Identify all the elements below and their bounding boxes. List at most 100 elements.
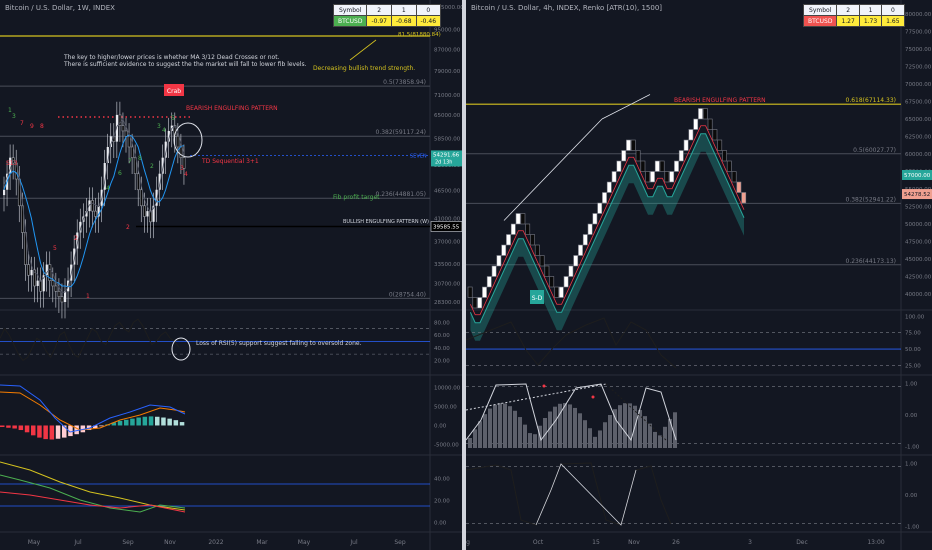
osc2-histogram-bar: [483, 414, 487, 448]
macd-histogram-bar: [37, 425, 42, 438]
macd-histogram-bar: [99, 425, 104, 427]
renko-brick: [683, 139, 689, 151]
osc2-histogram-bar: [523, 424, 527, 448]
osc2-histogram-bar: [578, 413, 582, 448]
candle-body: [91, 200, 94, 212]
osc2-tick-label: 1.00: [905, 382, 918, 388]
y-tick-label: 79000.00: [434, 69, 461, 75]
td-count-label: 1: [86, 293, 90, 300]
price-tag: SEVEN: [410, 153, 427, 159]
x-tick-label: g: [466, 539, 470, 546]
rsi-tick-label: 80.00: [434, 320, 450, 326]
osc2-histogram-bar: [623, 403, 627, 448]
fib-level-label: 0.5(73858.94): [383, 79, 426, 86]
renko-brick: [606, 181, 612, 193]
osc2-tick-label: -1.00: [905, 444, 920, 450]
y-tick-label: 65000.00: [434, 113, 461, 119]
macd-tick-label: 10000.00: [434, 386, 461, 392]
rsi-note-label: Loss of RSI(5) support suggest falling t…: [196, 340, 362, 347]
renko-brick: [688, 129, 694, 141]
osc2-histogram-bar: [478, 421, 482, 448]
td-count-label: 9: [30, 123, 34, 130]
td-count-label: 6: [118, 170, 122, 177]
x-tick-label: 3: [748, 539, 752, 546]
y-tick-label: 42500.00: [905, 275, 932, 281]
osc1-line: [466, 317, 677, 369]
x-tick-label: 2022: [208, 539, 223, 546]
osc2-histogram-bar: [653, 431, 657, 448]
renko-brick: [659, 160, 665, 172]
y-tick-label: 50000.00: [905, 222, 932, 228]
candle-body: [36, 280, 39, 286]
osc2-histogram-bar: [603, 422, 607, 448]
osc2-dotted-trend: [466, 383, 607, 411]
y-tick-label: 75000.00: [905, 47, 932, 53]
left-chart-pane[interactable]: 105000.00 95000.00 87000.00 79000.00 71000.0…: [0, 0, 462, 550]
table-cell: 1.27: [836, 15, 860, 27]
candle-body: [54, 285, 58, 292]
candle-body: [60, 296, 64, 303]
table-header: Symbol: [332, 4, 368, 16]
y-tick-label: 30700.00: [434, 282, 461, 288]
fib-level-label: 0.618(67114.33): [846, 97, 897, 104]
last-price-label: 57000.00: [904, 173, 931, 179]
macd-histogram-bar: [117, 420, 123, 426]
renko-brick: [698, 108, 703, 120]
osc2-histogram-bar: [528, 433, 532, 448]
right-chart-svg[interactable]: 80000.00 77500.00 75000.00 72500.00 70000.00…: [466, 0, 932, 550]
osc2-histogram-bar: [658, 435, 662, 448]
renko-brick: [491, 265, 497, 277]
candle-body: [139, 189, 143, 207]
macd-histogram-bar: [124, 419, 129, 426]
td-count-label: 7: [128, 158, 132, 165]
osc1-tick-label: 25.00: [905, 363, 921, 369]
table-header: 0: [415, 4, 442, 16]
left-chart-svg[interactable]: 105000.0095000.0087000.0079000.0071000.0…: [0, 0, 462, 550]
osc3-tick-label: 1.00: [905, 462, 918, 468]
renko-brick: [650, 171, 655, 183]
y-tick-label: 77500.00: [905, 30, 932, 36]
y-tick-label: 60000.00: [905, 152, 932, 158]
candle-body: [3, 189, 6, 196]
table-cell: -0.68: [390, 15, 417, 27]
osc2-histogram-bar: [638, 410, 642, 448]
x-tick-label: 26: [672, 539, 680, 546]
macd-histogram-bar: [74, 425, 79, 435]
candle-body: [39, 280, 43, 292]
candle-body: [27, 264, 30, 276]
fib-level-label: 0.382(59117.24): [376, 129, 427, 136]
candle-body: [30, 269, 33, 276]
right-chart-pane[interactable]: 80000.00 77500.00 75000.00 72500.00 70000.00…: [466, 0, 932, 550]
osc2-histogram-bar: [513, 410, 517, 448]
osc2-histogram-bar: [583, 420, 587, 448]
td-count-label: 5: [171, 115, 175, 122]
osc2-histogram-bar: [563, 403, 567, 448]
candle-body: [121, 125, 125, 132]
right-symbol-table: Symbol 2 1 0 BTCUSD 1.27 1.73 1.65: [802, 4, 905, 27]
macd-histogram-bar: [179, 422, 185, 426]
macd-histogram-bar: [130, 418, 135, 426]
renko-brick: [549, 276, 555, 288]
renko-brick: [712, 129, 718, 141]
table-cell: -0.97: [366, 15, 392, 27]
osc2-histogram-bar: [628, 403, 632, 448]
y-tick-label: 58500.00: [434, 137, 461, 143]
renko-brick: [674, 160, 679, 172]
candle-body: [179, 146, 183, 158]
renko-brick: [611, 171, 617, 183]
renko-brick: [501, 244, 507, 256]
candle-body: [130, 146, 134, 158]
y-tick-label: 80000.00: [905, 12, 932, 18]
renko-brick: [702, 108, 708, 120]
td-count-label: 4: [106, 185, 110, 192]
rsi-tick-label: 40.00: [434, 346, 450, 352]
x-tick-label: Oct: [533, 539, 544, 546]
osc3-signal-line: [535, 463, 637, 526]
td-count-label: 8: [138, 155, 142, 162]
table-header: 1: [858, 4, 883, 16]
osc2-histogram-bar: [608, 415, 612, 448]
osc2-histogram-bar: [503, 403, 507, 448]
bearish-pattern-label: BEARISH ENGULFING PATTERN: [186, 105, 278, 112]
trendline: [503, 118, 603, 221]
osc2-histogram-bar: [488, 408, 492, 448]
